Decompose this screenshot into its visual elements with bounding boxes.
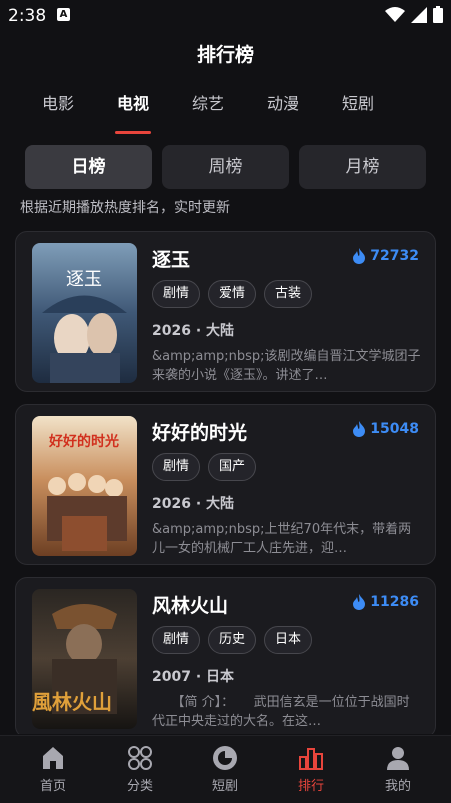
rank-subtitle: 根据近期播放热度排名，实时更新 xyxy=(20,200,230,216)
nav-home[interactable]: 首页 xyxy=(18,744,88,794)
wifi-icon xyxy=(385,6,405,22)
nav-category-label: 分类 xyxy=(126,779,153,794)
heat-value: 15048 xyxy=(370,421,419,437)
item-title: 风林火山 xyxy=(152,595,229,617)
status-bar: 2:38 A xyxy=(0,0,451,32)
list-item[interactable]: 好好的时光 好好的时光 15048 剧情 国产 2026 · 大陆 &amp;a… xyxy=(15,404,436,565)
genre-tag[interactable]: 历史 xyxy=(208,626,257,654)
genre-tag[interactable]: 剧情 xyxy=(152,280,201,308)
poster-title-text: 好好的时光 xyxy=(48,433,119,450)
heat-value: 11286 xyxy=(370,594,419,610)
item-title: 逐玉 xyxy=(152,249,191,271)
tab-movie[interactable]: 电影 xyxy=(32,90,84,114)
item-meta: 2026 · 大陆 xyxy=(152,496,235,512)
status-time: 2:38 xyxy=(8,6,47,26)
page-title: 排行榜 xyxy=(196,44,254,66)
heat-score: 15048 xyxy=(352,421,419,437)
category-icon xyxy=(128,746,152,770)
bottom-nav: 首页 分类 短剧 排行 我的 xyxy=(0,735,451,803)
heat-score: 72732 xyxy=(352,248,419,264)
nav-profile[interactable]: 我的 xyxy=(363,744,433,794)
poster-title-text: 風林火山 xyxy=(32,690,112,714)
tab-variety[interactable]: 综艺 xyxy=(182,90,234,114)
item-meta: 2026 · 大陆 xyxy=(152,323,235,339)
daily-rank-button[interactable]: 日榜 xyxy=(25,145,152,189)
battery-icon xyxy=(433,6,443,23)
shorts-icon xyxy=(213,746,237,770)
category-tabs: 电影 电视 综艺 动漫 短剧 xyxy=(0,90,451,134)
item-description: 【简 介】： 武田信玄是一位位于战国时代正中央走过的大名。在这… xyxy=(152,695,410,729)
a-icon: A xyxy=(57,8,70,21)
genre-tag[interactable]: 爱情 xyxy=(208,280,257,308)
nav-shorts[interactable]: 短剧 xyxy=(190,744,260,794)
poster-title-text: 逐玉 xyxy=(66,269,102,290)
heat-score: 11286 xyxy=(352,594,419,610)
item-title: 好好的时光 xyxy=(152,422,248,444)
active-tab-indicator xyxy=(115,131,151,134)
tab-shorts[interactable]: 短剧 xyxy=(332,90,384,114)
rank-period-toggle: 日榜 周榜 月榜 xyxy=(25,145,427,189)
signal-icon xyxy=(411,6,427,23)
flame-icon xyxy=(353,248,366,264)
nav-ranking[interactable]: 排行 xyxy=(276,744,346,794)
genre-tag[interactable]: 古装 xyxy=(264,280,313,308)
genre-tag[interactable]: 剧情 xyxy=(152,453,201,481)
nav-profile-label: 我的 xyxy=(384,779,411,794)
item-description: &amp;amp;nbsp;上世纪70年代末，带着两儿一女的机械厂工人庄先进，迎… xyxy=(152,522,412,556)
nav-category[interactable]: 分类 xyxy=(105,744,175,794)
weekly-rank-button[interactable]: 周榜 xyxy=(162,145,289,189)
profile-icon xyxy=(387,747,409,770)
ranking-list: 逐玉 逐玉 72732 剧情 爱情 古装 2026 · 大陆 &amp;amp;… xyxy=(15,231,436,734)
heat-value: 72732 xyxy=(370,248,419,264)
nav-home-label: 首页 xyxy=(39,779,66,794)
item-meta: 2007 · 日本 xyxy=(152,669,235,685)
genre-tag[interactable]: 剧情 xyxy=(152,626,201,654)
tab-tv[interactable]: 电视 xyxy=(107,90,159,114)
home-icon xyxy=(43,747,63,769)
nav-shorts-label: 短剧 xyxy=(211,779,238,794)
flame-icon xyxy=(353,421,366,437)
poster-image: 好好的时光 xyxy=(32,416,137,556)
list-item[interactable]: 逐玉 逐玉 72732 剧情 爱情 古装 2026 · 大陆 &amp;amp;… xyxy=(15,231,436,392)
nav-ranking-label: 排行 xyxy=(297,779,324,794)
flame-icon xyxy=(353,594,366,610)
genre-tag[interactable]: 日本 xyxy=(264,626,313,654)
ranking-icon xyxy=(299,748,323,770)
genre-tag[interactable]: 国产 xyxy=(208,453,257,481)
poster-image: 逐玉 xyxy=(32,243,137,383)
item-description: &amp;amp;nbsp;该剧改编自晋江文学城团子来袭的小说《逐玉》。讲述了… xyxy=(152,349,421,383)
list-item[interactable]: 風林火山 风林火山 11286 剧情 历史 日本 2007 · 日本 【简 介】… xyxy=(15,577,436,734)
tab-anime[interactable]: 动漫 xyxy=(257,90,309,114)
poster-image: 風林火山 xyxy=(32,589,137,729)
monthly-rank-button[interactable]: 月榜 xyxy=(299,145,426,189)
